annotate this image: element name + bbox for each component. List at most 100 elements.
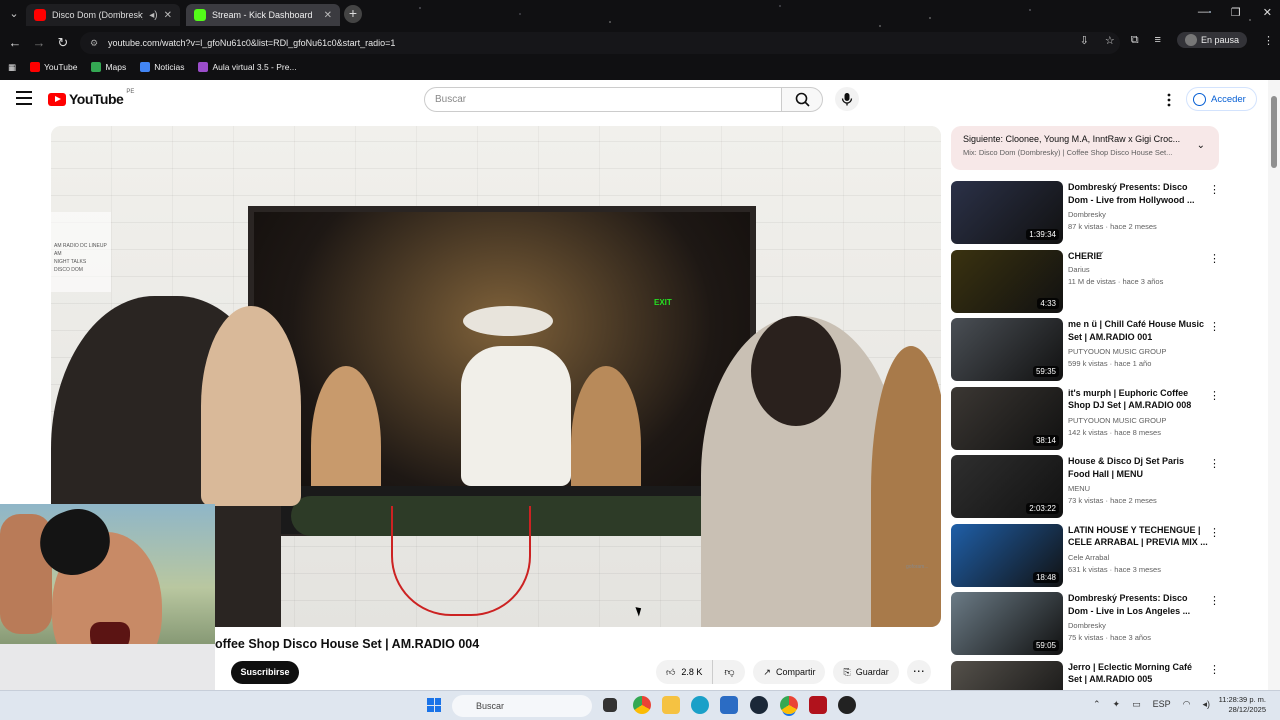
bookmark-aula-virtual[interactable]: Aula virtual 3.5 - Pre... bbox=[198, 62, 297, 72]
menu-icon[interactable] bbox=[16, 91, 32, 105]
minimize-icon[interactable]: — bbox=[1198, 6, 1209, 19]
site-info-icon[interactable]: ⚙ bbox=[90, 38, 100, 49]
task-view-icon[interactable] bbox=[603, 698, 617, 712]
settings-kebab-icon[interactable] bbox=[1164, 92, 1174, 108]
recommendation-title[interactable]: LATIN HOUSE Y TECHENGUE | CELE ARRABAL |… bbox=[1068, 524, 1208, 549]
file-explorer-icon[interactable] bbox=[662, 696, 680, 714]
apps-icon[interactable]: ▦ bbox=[8, 62, 16, 73]
taskbar-clock[interactable]: 11:28:39 p. m. 28/12/2025 bbox=[1219, 695, 1266, 715]
back-button[interactable]: ← bbox=[3, 32, 27, 54]
recommendation-title[interactable]: it's murph | Euphoric Coffee Shop DJ Set… bbox=[1068, 387, 1208, 412]
close-tab-icon[interactable]: ✕ bbox=[164, 10, 172, 21]
close-tab-icon[interactable]: ✕ bbox=[324, 10, 332, 21]
recommendation-title[interactable]: me n ü | Chill Café House Music Set | AM… bbox=[1068, 318, 1208, 343]
recommendation-item[interactable]: 18:48 LATIN HOUSE Y TECHENGUE | CELE ARRA… bbox=[951, 523, 1223, 588]
search-button[interactable] bbox=[781, 87, 823, 112]
recommendation-item[interactable]: Jerro | Eclectic Morning Café Set | AM.R… bbox=[951, 660, 1223, 690]
forward-button[interactable]: → bbox=[27, 32, 51, 54]
recommendation-item[interactable]: 59:35 me n ü | Chill Café House Music Set… bbox=[951, 318, 1223, 382]
more-options-icon[interactable]: ⋮ bbox=[1209, 389, 1220, 402]
windows-start-icon[interactable] bbox=[427, 698, 441, 712]
channel-name[interactable]: Dombresky bbox=[1068, 210, 1106, 219]
recommendation-title[interactable]: Dombresky Presents: Disco Dom - Live in … bbox=[1068, 592, 1208, 617]
next-up-card[interactable]: Siguiente: Cloonee, Young M.A, InntRaw x… bbox=[951, 126, 1219, 170]
more-options-icon[interactable]: ⋮ bbox=[1209, 457, 1220, 470]
audio-icon[interactable]: ◂) bbox=[149, 10, 157, 21]
bookmark-maps[interactable]: Maps bbox=[91, 62, 126, 72]
channel-name[interactable]: PUTYOUON MUSIC GROUP bbox=[1068, 416, 1166, 425]
channel-name[interactable]: Dombresky bbox=[1068, 621, 1106, 630]
recommendation-item[interactable]: 38:14 it's murph | Euphoric Coffee Shop D… bbox=[951, 386, 1223, 451]
bookmark-noticias[interactable]: Noticias bbox=[140, 62, 184, 72]
close-window-icon[interactable]: ✕ bbox=[1263, 6, 1272, 19]
save-button[interactable]: ⎘ Guardar bbox=[833, 660, 899, 684]
youtube-logo[interactable]: YouTube PE bbox=[48, 89, 134, 107]
more-options-icon[interactable]: ⋮ bbox=[1209, 252, 1220, 265]
tray-app-icon[interactable]: ✦ bbox=[1113, 699, 1121, 710]
steam-icon[interactable] bbox=[750, 696, 768, 714]
language-indicator[interactable]: ESP bbox=[1153, 699, 1171, 710]
video-thumbnail[interactable]: 4:33 bbox=[951, 249, 1063, 313]
recommendation-item[interactable]: 59:05 Dombresky Presents: Disco Dom - Liv… bbox=[951, 592, 1223, 656]
more-actions-button[interactable]: ⋯ bbox=[906, 660, 931, 684]
install-app-icon[interactable]: ⇩ bbox=[1080, 34, 1089, 47]
recommendation-title[interactable]: Dombresky Presents: Disco Dom - Live fro… bbox=[1068, 181, 1208, 206]
video-thumbnail[interactable] bbox=[951, 660, 1063, 690]
tray-display-icon[interactable]: ▭ bbox=[1132, 699, 1141, 710]
media-control-icon[interactable]: ≡ bbox=[1155, 34, 1161, 46]
scrollbar-thumb[interactable] bbox=[1271, 96, 1277, 168]
more-options-icon[interactable]: ⋮ bbox=[1209, 663, 1220, 676]
channel-name[interactable]: Darius bbox=[1068, 265, 1090, 274]
browser-menu-icon[interactable]: ⋮ bbox=[1263, 34, 1274, 47]
like-button[interactable]: 👍︎ 2.8 K bbox=[656, 660, 714, 684]
video-thumbnail[interactable]: 59:05 bbox=[951, 592, 1063, 655]
chevron-down-icon[interactable]: ⌄ bbox=[1197, 140, 1205, 151]
taskbar-search-input[interactable]: Buscar bbox=[452, 695, 592, 717]
page-scrollbar[interactable] bbox=[1268, 80, 1280, 690]
recommendation-title[interactable]: CHERIE bbox=[1068, 250, 1208, 263]
video-thumbnail[interactable]: 2:03:22 bbox=[951, 455, 1063, 518]
recommendation-item[interactable]: 1:39:34 Dombresky Presents: Disco Dom - L… bbox=[951, 181, 1223, 245]
video-thumbnail[interactable]: 1:39:34 bbox=[951, 181, 1063, 244]
tab-search-icon[interactable]: ⌄ bbox=[6, 6, 22, 22]
wifi-icon[interactable]: ◠ bbox=[1183, 699, 1191, 710]
bookmark-youtube[interactable]: YouTube bbox=[30, 62, 77, 72]
more-options-icon[interactable]: ⋮ bbox=[1209, 183, 1220, 196]
recommendation-item[interactable]: 4:33 CHERIE Darius ✓ 11 M de vistas · hace … bbox=[951, 249, 1223, 314]
chrome-icon[interactable] bbox=[633, 696, 651, 714]
voice-search-button[interactable] bbox=[835, 87, 859, 111]
video-thumbnail[interactable]: 18:48 bbox=[951, 523, 1063, 587]
chrome-active-icon[interactable] bbox=[780, 696, 798, 714]
recommendation-title[interactable]: House & Disco Dj Set Paris Food Hall | M… bbox=[1068, 455, 1208, 480]
extensions-icon[interactable]: ⧉ bbox=[1131, 34, 1139, 47]
dislike-button[interactable]: 👎︎ bbox=[713, 660, 745, 684]
tab-kick[interactable]: Stream - Kick Dashboard ✕ bbox=[186, 4, 340, 26]
channel-name[interactable]: Cele Arrabal bbox=[1068, 553, 1109, 562]
subscribe-button[interactable]: Suscribirse bbox=[231, 661, 299, 684]
filezilla-icon[interactable] bbox=[809, 696, 827, 714]
sign-in-button[interactable]: Acceder bbox=[1186, 87, 1257, 111]
tray-overflow-icon[interactable]: ⌃ bbox=[1093, 699, 1101, 710]
address-bar[interactable]: ⚙ youtube.com/watch?v=l_gfoNu61c0&list=R… bbox=[80, 32, 1120, 54]
share-button[interactable]: ↗ Compartir bbox=[753, 660, 826, 684]
search-input[interactable]: Buscar bbox=[424, 87, 782, 112]
more-options-icon[interactable]: ⋮ bbox=[1209, 526, 1220, 539]
more-options-icon[interactable]: ⋮ bbox=[1209, 594, 1220, 607]
volume-icon[interactable]: ◂) bbox=[1202, 699, 1210, 710]
recording-app-icon[interactable] bbox=[838, 696, 856, 714]
video-thumbnail[interactable]: 59:35 bbox=[951, 318, 1063, 381]
tab-youtube[interactable]: Disco Dom (Dombresky) | C ◂) ✕ bbox=[26, 4, 180, 26]
more-options-icon[interactable]: ⋮ bbox=[1209, 320, 1220, 333]
channel-name[interactable]: PUTYOUON MUSIC GROUP bbox=[1068, 347, 1166, 356]
new-tab-button[interactable]: + bbox=[344, 5, 362, 23]
bookmark-star-icon[interactable]: ☆ bbox=[1105, 34, 1115, 47]
recommendation-title[interactable]: Jerro | Eclectic Morning Café Set | AM.R… bbox=[1068, 661, 1208, 686]
edge-icon[interactable] bbox=[691, 696, 709, 714]
profile-button[interactable]: En pausa bbox=[1176, 32, 1247, 48]
store-icon[interactable] bbox=[720, 696, 738, 714]
channel-name[interactable]: MENU bbox=[1068, 484, 1090, 493]
restore-icon[interactable]: ❐ bbox=[1231, 6, 1241, 19]
reload-button[interactable]: ↻ bbox=[51, 32, 75, 54]
video-thumbnail[interactable]: 38:14 bbox=[951, 386, 1063, 450]
recommendation-item[interactable]: 2:03:22 House & Disco Dj Set Paris Food H… bbox=[951, 455, 1223, 519]
